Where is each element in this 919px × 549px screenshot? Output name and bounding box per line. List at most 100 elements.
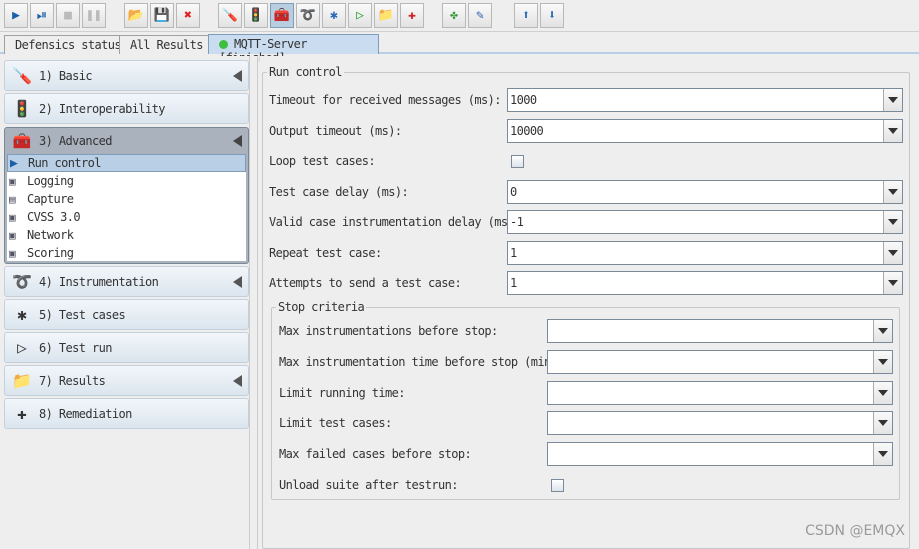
sidebar-item-capture[interactable]: ▤ Capture bbox=[7, 190, 246, 208]
tab-defensics-status[interactable]: Defensics status bbox=[4, 35, 132, 54]
sidebar-item-logging[interactable]: ▣ Logging bbox=[7, 172, 246, 190]
sidebar: 🪛 1) Basic 🚦 2) Interoperability 🧰 3) Advance… bbox=[2, 56, 249, 549]
dropdown-button[interactable] bbox=[873, 443, 892, 466]
tab-all-results[interactable]: All Results bbox=[119, 35, 214, 54]
chevron-down-icon bbox=[878, 358, 888, 365]
timeout-for-received-messages-ms-label: Timeout for received messages (ms): bbox=[269, 93, 501, 107]
pause-icon: ❚❚ bbox=[86, 8, 102, 23]
repeat-test-case-label: Repeat test case: bbox=[269, 245, 382, 260]
traffic-light-icon: 🚦 bbox=[247, 8, 265, 23]
collapse-arrow-icon[interactable] bbox=[233, 276, 242, 288]
sidebar-section-instrumentation[interactable]: ➰ 4) Instrumentation bbox=[4, 266, 249, 297]
save-button[interactable]: 💾 bbox=[150, 3, 174, 28]
sidebar-item-scoring[interactable]: ▣ Scoring bbox=[7, 244, 246, 262]
pause-button[interactable]: ❚❚ bbox=[82, 3, 106, 28]
loop-test-cases-label: Loop test cases: bbox=[269, 154, 376, 168]
sidebar-section-interoperability[interactable]: 🚦 2) Interoperability bbox=[4, 93, 249, 124]
collapse-arrow-icon[interactable] bbox=[233, 375, 242, 387]
repeat-test-case-combo[interactable]: 1 bbox=[507, 240, 903, 265]
dropdown-button[interactable] bbox=[873, 350, 892, 373]
play-step-button[interactable]: ⏯ bbox=[30, 3, 54, 28]
combo-value[interactable]: 0 bbox=[508, 185, 883, 199]
play-icon: ▶ bbox=[10, 155, 18, 171]
plugin-button[interactable]: ✤ bbox=[442, 3, 466, 28]
chevron-down-icon bbox=[888, 127, 898, 134]
output-timeout-ms-combo[interactable]: 10000 bbox=[507, 118, 903, 143]
sidebar-section-test-cases[interactable]: ✱ 5) Test cases bbox=[4, 299, 249, 330]
chevron-down-icon bbox=[888, 280, 898, 286]
max-instrumentation-time-before-stop-min-label: Max instrumentation time before stop (mi… bbox=[279, 354, 564, 369]
combo-value[interactable]: -1 bbox=[508, 215, 883, 229]
sidebar-item-run-control[interactable]: ▶ Run control bbox=[7, 154, 246, 172]
sidebar-section-basic[interactable]: 🪛 1) Basic bbox=[4, 60, 249, 91]
loop-test-cases-checkbox[interactable] bbox=[511, 155, 524, 168]
limit-running-time-combo[interactable] bbox=[547, 380, 893, 405]
item-label: Scoring bbox=[27, 246, 74, 260]
dropdown-button[interactable] bbox=[883, 119, 902, 142]
group-title: Stop criteria bbox=[278, 300, 365, 314]
run-icon: ▷ bbox=[17, 338, 27, 357]
traffic-light-icon: 🚦 bbox=[12, 99, 32, 118]
sidebar-item-network[interactable]: ▣ Network bbox=[7, 226, 246, 244]
valid-case-instrumentation-delay-ms-combo[interactable]: -1 bbox=[507, 210, 903, 234]
dropdown-button[interactable] bbox=[883, 211, 902, 233]
combo-value[interactable]: 1 bbox=[508, 246, 883, 260]
max-failed-cases-before-stop-combo[interactable] bbox=[547, 442, 893, 467]
watermark: CSDN @EMQX bbox=[805, 523, 905, 539]
traffic-light-button[interactable]: 🚦 bbox=[244, 3, 268, 28]
dropdown-button[interactable] bbox=[873, 381, 892, 404]
arrow-up-icon: ⬆ bbox=[522, 8, 530, 23]
dropdown-button[interactable] bbox=[883, 272, 902, 294]
combo-value[interactable]: 10000 bbox=[508, 124, 883, 138]
max-instrumentations-before-stop-combo[interactable] bbox=[547, 319, 893, 343]
section-label: 5) Test cases bbox=[39, 307, 126, 322]
plugin-icon: ✤ bbox=[450, 8, 458, 23]
edit-button[interactable]: ✎ bbox=[468, 3, 492, 28]
limit-test-cases-combo[interactable] bbox=[547, 411, 893, 436]
dropdown-button[interactable] bbox=[883, 89, 902, 111]
sidebar-item-cvss-3-0[interactable]: ▣ CVSS 3.0 bbox=[7, 208, 246, 226]
edit-icon: ✎ bbox=[476, 8, 484, 23]
run-icon: ▷ bbox=[356, 8, 364, 23]
play-button[interactable]: ▶ bbox=[4, 3, 28, 28]
collapse-arrow-icon[interactable] bbox=[233, 70, 242, 82]
attempts-to-send-a-test-case-label: Attempts to send a test case: bbox=[269, 276, 462, 290]
stop-button[interactable]: ■ bbox=[56, 3, 80, 28]
section-label: 8) Remediation bbox=[39, 406, 132, 421]
sidebar-section-remediation[interactable]: ✚ 8) Remediation bbox=[4, 398, 249, 429]
attempts-to-send-a-test-case-combo[interactable]: 1 bbox=[507, 271, 903, 295]
close-button[interactable]: ✖ bbox=[176, 3, 200, 28]
dropdown-button[interactable] bbox=[883, 180, 902, 203]
combo-value[interactable]: 1 bbox=[508, 276, 883, 290]
play-icon: ▶ bbox=[12, 8, 20, 23]
dropdown-button[interactable] bbox=[883, 241, 902, 264]
collapse-arrow-icon[interactable] bbox=[233, 135, 242, 147]
run-button[interactable]: ▷ bbox=[348, 3, 372, 28]
sidebar-section-results[interactable]: 📁 7) Results bbox=[4, 365, 249, 396]
first-aid-button[interactable]: ✚ bbox=[400, 3, 424, 28]
tab-mqtt-server[interactable]: MQTT-Server [finished] bbox=[208, 34, 379, 65]
sidebar-section-test-run[interactable]: ▷ 6) Test run bbox=[4, 332, 249, 363]
network-card-icon: ▤ bbox=[9, 192, 16, 206]
toolbox-icon: ▣ bbox=[9, 210, 16, 224]
max-instrumentation-time-before-stop-min-combo[interactable] bbox=[547, 349, 893, 374]
section-label: 2) Interoperability bbox=[39, 101, 165, 116]
folder-button[interactable]: 📁 bbox=[374, 3, 398, 28]
combo-value[interactable]: 1000 bbox=[508, 93, 883, 107]
dropdown-button[interactable] bbox=[873, 320, 892, 342]
toolbox-button[interactable]: 🧰 bbox=[270, 3, 294, 28]
test-case-delay-ms-combo[interactable]: 0 bbox=[507, 179, 903, 204]
close-icon: ✖ bbox=[184, 8, 192, 23]
open-suite-button[interactable]: 📂 bbox=[124, 3, 148, 28]
instrumentation-button[interactable]: ➰ bbox=[296, 3, 320, 28]
arrow-up-button[interactable]: ⬆ bbox=[514, 3, 538, 28]
group-title: Run control bbox=[269, 65, 342, 79]
splitter-handle[interactable] bbox=[249, 56, 258, 549]
dropdown-button[interactable] bbox=[873, 412, 892, 435]
section-header[interactable]: 🧰 3) Advanced bbox=[5, 128, 248, 154]
timeout-for-received-messages-ms-combo[interactable]: 1000 bbox=[507, 88, 903, 112]
arrow-down-button[interactable]: ⬇ bbox=[540, 3, 564, 28]
unload-suite-after-testrun-checkbox[interactable] bbox=[551, 479, 564, 492]
puzzle-button[interactable]: ✱ bbox=[322, 3, 346, 28]
screwdriver-button[interactable]: 🪛 bbox=[218, 3, 242, 28]
